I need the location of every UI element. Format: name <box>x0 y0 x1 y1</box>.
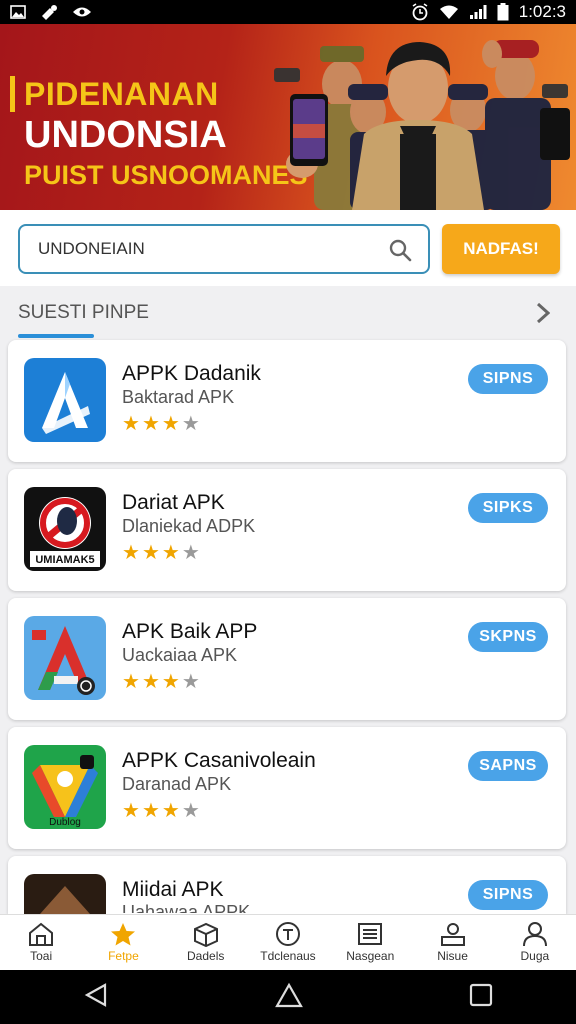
star-icon: ★ <box>122 542 140 564</box>
section-title: SUESTI PINPE <box>18 302 149 323</box>
list-item[interactable]: APPK Dadanik Baktarad APK ★ ★ ★ ★ SIPNS <box>8 340 566 462</box>
bottom-navigation: Toai Fetpe Dadels Tdclenaus Nasgean Nisu… <box>0 914 576 970</box>
banner-people-illustration <box>274 40 570 210</box>
tricolor-a-app-icon <box>24 616 106 700</box>
app-subtitle: Daranad APK <box>122 774 232 794</box>
star-icon: ★ <box>161 413 180 435</box>
rating-stars: ★ ★ ★ ★ <box>122 414 200 434</box>
banner-headline: UNDONSIA <box>24 114 227 156</box>
search-input[interactable] <box>38 239 368 259</box>
app-name: APK Baik APP <box>122 620 258 643</box>
tab-duga[interactable]: Duga <box>494 915 576 970</box>
alarm-icon <box>411 3 429 21</box>
green-triangle-app-icon: Dublog <box>24 745 106 829</box>
star-icon: ★ <box>181 542 200 564</box>
install-button[interactable]: SIPNS <box>468 880 548 910</box>
app-subtitle: Baktarad APK <box>122 387 235 407</box>
search-icon[interactable] <box>388 238 412 267</box>
rating-stars: ★ ★ ★ ★ <box>122 543 200 563</box>
inbox-user-icon <box>440 923 465 946</box>
star-icon: ★ <box>122 800 140 822</box>
star-icon: ★ <box>141 671 160 693</box>
tab-tdclenaus[interactable]: Tdclenaus <box>247 915 329 970</box>
star-icon: ★ <box>181 800 200 822</box>
back-icon[interactable] <box>83 982 109 1013</box>
home-icon[interactable] <box>274 982 304 1013</box>
section-underline <box>18 334 94 338</box>
tab-label: Duga <box>520 949 550 963</box>
promo-banner[interactable]: PIDENANAN UNDONSIA PUIST USNOOMANES <box>0 24 576 210</box>
tab-nisue[interactable]: Nisue <box>411 915 493 970</box>
search-button[interactable]: NADFAS! <box>442 224 560 274</box>
list-item[interactable]: APK Baik APP Uackaiaa APK ★ ★ ★ ★ SKPNS <box>8 598 566 720</box>
star-icon: ★ <box>141 413 160 435</box>
tab-label: Toai <box>30 949 53 963</box>
install-button[interactable]: SAPNS <box>468 751 548 781</box>
wifi-icon <box>439 4 459 20</box>
install-button[interactable]: SKPNS <box>468 622 548 652</box>
home-icon <box>29 922 54 946</box>
tab-label: Fetpe <box>108 949 139 963</box>
star-icon: ★ <box>161 671 180 693</box>
eye-icon <box>72 6 92 18</box>
dark-app-icon <box>24 874 106 914</box>
app-name: APPK Casanivoleain <box>122 749 316 772</box>
user-icon <box>522 922 547 947</box>
tab-dadels[interactable]: Dadels <box>165 915 247 970</box>
app-subtitle: Uahawaa APPK <box>122 903 251 913</box>
banner-title: PIDENANAN <box>24 76 219 112</box>
app-name: Miidai APK <box>122 878 224 901</box>
rating-stars: ★ ★ ★ ★ <box>122 672 200 692</box>
status-bar: 1:02:3 <box>0 0 576 24</box>
section-header: SUESTI PINPE <box>0 292 576 338</box>
star-icon: ★ <box>141 542 160 564</box>
app-subtitle: Dlaniekad ADPK <box>122 516 256 536</box>
app-icon-text: UMIAMAK5 <box>35 554 94 566</box>
star-icon: ★ <box>161 800 180 822</box>
app-subtitle: Uackaiaa APK <box>122 645 238 665</box>
list-item[interactable]: Dublog APPK Casanivoleain Daranad APK ★ … <box>8 727 566 849</box>
star-icon: ★ <box>122 413 140 435</box>
install-button[interactable]: SIPNS <box>468 364 548 394</box>
blue-a-app-icon <box>24 358 106 442</box>
badge-icon <box>275 922 300 946</box>
tab-label: Nisue <box>437 949 468 963</box>
star-icon: ★ <box>122 671 140 693</box>
list-icon <box>358 923 383 945</box>
tab-fetpe[interactable]: Fetpe <box>82 915 164 970</box>
star-icon: ★ <box>181 671 200 693</box>
app-name: APPK Dadanik <box>122 362 261 385</box>
red-circle-app-icon: UMIAMAK5 <box>24 487 106 571</box>
system-navigation-bar <box>0 970 576 1024</box>
tab-label: Dadels <box>187 949 225 963</box>
tab-label: Nasgean <box>346 949 395 963</box>
rating-stars: ★ ★ ★ ★ <box>122 801 200 821</box>
star-icon: ★ <box>181 413 200 435</box>
list-item[interactable]: Miidai APK Uahawaa APPK SIPNS <box>8 856 566 914</box>
chevron-right-icon[interactable] <box>536 302 551 329</box>
gallery-icon <box>10 5 26 19</box>
search-field[interactable] <box>18 224 430 274</box>
tab-label: Tdclenaus <box>260 949 316 963</box>
tab-toai[interactable]: Toai <box>0 915 82 970</box>
banner-accent-bar <box>10 76 15 112</box>
star-icon <box>111 923 136 946</box>
tab-nasgean[interactable]: Nasgean <box>329 915 411 970</box>
app-icon-text: Dublog <box>49 817 81 828</box>
recents-icon[interactable] <box>469 983 493 1012</box>
status-time: 1:02:3 <box>518 2 566 21</box>
star-icon: ★ <box>161 542 180 564</box>
signal-icon <box>469 4 487 20</box>
box-icon <box>193 922 218 947</box>
install-button[interactable]: SIPKS <box>468 493 548 523</box>
settings-icon <box>40 4 58 20</box>
list-item[interactable]: UMIAMAK5 Dariat APK Dlaniekad ADPK ★ ★ ★… <box>8 469 566 591</box>
star-icon: ★ <box>141 800 160 822</box>
battery-icon <box>497 3 509 21</box>
app-name: Dariat APK <box>122 491 225 514</box>
search-bar-row: NADFAS! <box>0 210 576 286</box>
